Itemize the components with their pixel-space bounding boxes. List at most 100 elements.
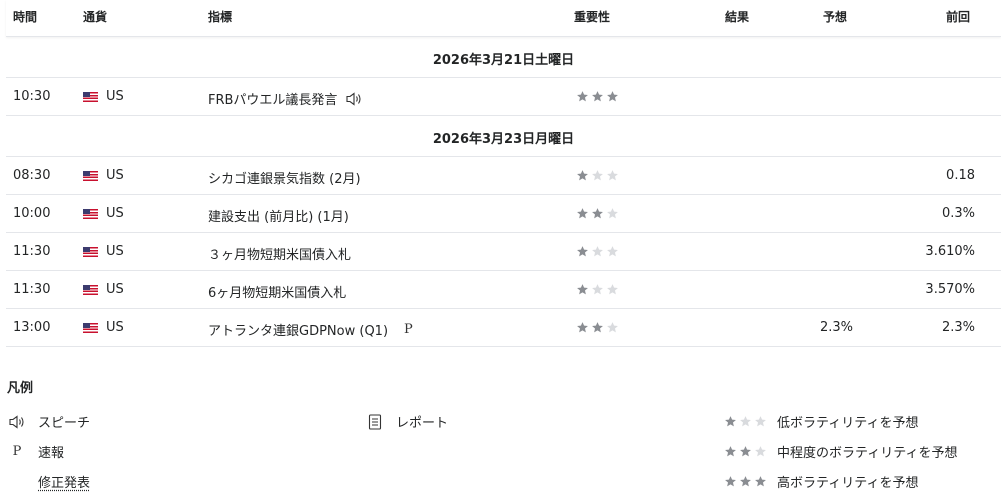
header-actual[interactable]: 結果 <box>725 8 749 25</box>
star-icon <box>606 321 619 334</box>
event-name[interactable]: アトランタ連銀GDPNow (Q1) <box>208 320 388 339</box>
event-name[interactable]: FRBパウエル議長発言 <box>208 89 337 108</box>
preliminary-symbol: P <box>12 444 22 459</box>
medium-volatility-stars <box>724 445 767 458</box>
event-currency: US <box>83 282 124 297</box>
date-row: 2026年3月23日月曜日 <box>6 116 1001 157</box>
table-row[interactable]: 13:00 US アトランタ連銀GDPNow (Q1) P 2.3% 2.3% <box>6 309 1001 347</box>
legend-revised-label: 修正発表 <box>38 476 91 491</box>
star-icon <box>724 445 737 458</box>
legend-low-label: 低ボラティリティを予想 <box>777 416 919 431</box>
event-name-cell[interactable]: FRBパウエル議長発言 <box>208 89 363 108</box>
star-icon <box>576 169 589 182</box>
star-icon <box>754 475 767 488</box>
table-row[interactable]: 10:30 US FRBパウエル議長発言 <box>6 78 1001 116</box>
event-name[interactable]: 6ヶ月物短期米国債入札 <box>208 282 346 301</box>
header-importance[interactable]: 重要性 <box>574 8 610 25</box>
event-time: 13:00 <box>13 320 51 335</box>
event-currency: US <box>83 206 124 221</box>
event-time: 11:30 <box>13 282 51 297</box>
speaker-icon <box>6 414 28 430</box>
table-row[interactable]: 11:30 US 6ヶ月物短期米国債入札 3.570% <box>6 271 1001 309</box>
event-currency: US <box>83 244 124 259</box>
economic-calendar-table: 時間 通貨 指標 重要性 結果 予想 前回 2026年3月21日土曜日 10:30… <box>6 0 1001 347</box>
star-icon <box>724 415 737 428</box>
star-icon <box>606 283 619 296</box>
importance-stars <box>576 90 619 103</box>
table-header: 時間 通貨 指標 重要性 結果 予想 前回 <box>6 0 1001 37</box>
currency-code: US <box>106 244 124 259</box>
event-previous: 2.3% <box>941 320 975 335</box>
preliminary-badge: P <box>404 322 413 337</box>
star-icon <box>576 245 589 258</box>
event-name[interactable]: 建設支出 (前月比) (1月) <box>208 206 349 225</box>
date-label: 2026年3月21日土曜日 <box>432 53 575 68</box>
table-row[interactable]: 11:30 US ３ヶ月物短期米国債入札 3.610% <box>6 233 1001 271</box>
event-name-cell[interactable]: シカゴ連銀景気指数 (2月) <box>208 168 361 187</box>
event-name[interactable]: シカゴ連銀景気指数 (2月) <box>208 168 361 187</box>
legend-report: レポート <box>364 412 448 431</box>
legend-high-label: 高ボラティリティを予想 <box>777 476 919 491</box>
legend-high: 高ボラティリティを予想 <box>724 472 918 491</box>
event-name-cell[interactable]: 建設支出 (前月比) (1月) <box>208 206 349 225</box>
star-icon <box>591 169 604 182</box>
event-time: 11:30 <box>13 244 51 259</box>
high-volatility-stars <box>724 475 767 488</box>
importance-stars <box>576 321 619 334</box>
star-icon <box>754 415 767 428</box>
header-forecast[interactable]: 予想 <box>823 8 847 25</box>
star-icon <box>606 245 619 258</box>
currency-code: US <box>106 282 124 297</box>
event-currency: US <box>83 168 124 183</box>
star-icon <box>724 475 737 488</box>
legend-report-label: レポート <box>396 416 449 431</box>
legend-title: 凡例 <box>7 381 34 396</box>
star-icon <box>591 283 604 296</box>
legend-preliminary: P 速報 <box>6 442 64 461</box>
date-row: 2026年3月21日土曜日 <box>6 37 1001 78</box>
event-previous: 3.570% <box>925 282 975 297</box>
star-icon <box>591 90 604 103</box>
importance-stars <box>576 245 619 258</box>
star-icon <box>754 445 767 458</box>
table-row[interactable]: 08:30 US シカゴ連銀景気指数 (2月) 0.18 <box>6 157 1001 195</box>
event-time: 08:30 <box>13 168 51 183</box>
legend-revised: 修正発表 <box>6 472 90 491</box>
low-volatility-stars <box>724 415 767 428</box>
legend-preliminary-label: 速報 <box>38 446 65 461</box>
star-icon <box>606 169 619 182</box>
star-icon <box>576 207 589 220</box>
importance-stars <box>576 207 619 220</box>
us-flag-icon <box>83 91 98 102</box>
event-name-cell[interactable]: アトランタ連銀GDPNow (Q1) P <box>208 320 413 339</box>
event-previous: 0.18 <box>946 168 975 183</box>
header-time[interactable]: 時間 <box>13 8 37 25</box>
date-label: 2026年3月23日月曜日 <box>432 132 575 147</box>
us-flag-icon <box>83 208 98 219</box>
currency-code: US <box>106 168 124 183</box>
legend-medium-label: 中程度のボラティリティを予想 <box>777 446 958 461</box>
importance-stars <box>576 283 619 296</box>
star-icon <box>606 90 619 103</box>
event-forecast: 2.3% <box>819 320 853 335</box>
star-icon <box>576 90 589 103</box>
header-currency[interactable]: 通貨 <box>83 8 107 25</box>
event-name[interactable]: ３ヶ月物短期米国債入札 <box>208 244 351 263</box>
legend-medium: 中程度のボラティリティを予想 <box>724 442 957 461</box>
star-icon <box>591 245 604 258</box>
us-flag-icon <box>83 170 98 181</box>
event-previous: 0.3% <box>941 206 975 221</box>
event-previous: 3.610% <box>925 244 975 259</box>
legend-speech: スピーチ <box>6 412 90 431</box>
event-name-cell[interactable]: ３ヶ月物短期米国債入札 <box>208 244 351 263</box>
header-previous[interactable]: 前回 <box>946 8 970 25</box>
star-icon <box>739 415 752 428</box>
currency-code: US <box>106 89 124 104</box>
table-row[interactable]: 10:00 US 建設支出 (前月比) (1月) 0.3% <box>6 195 1001 233</box>
header-indicator[interactable]: 指標 <box>208 8 232 25</box>
legend-low: 低ボラティリティを予想 <box>724 412 918 431</box>
star-icon <box>739 475 752 488</box>
us-flag-icon <box>83 322 98 333</box>
event-currency: US <box>83 89 124 104</box>
event-name-cell[interactable]: 6ヶ月物短期米国債入札 <box>208 282 346 301</box>
